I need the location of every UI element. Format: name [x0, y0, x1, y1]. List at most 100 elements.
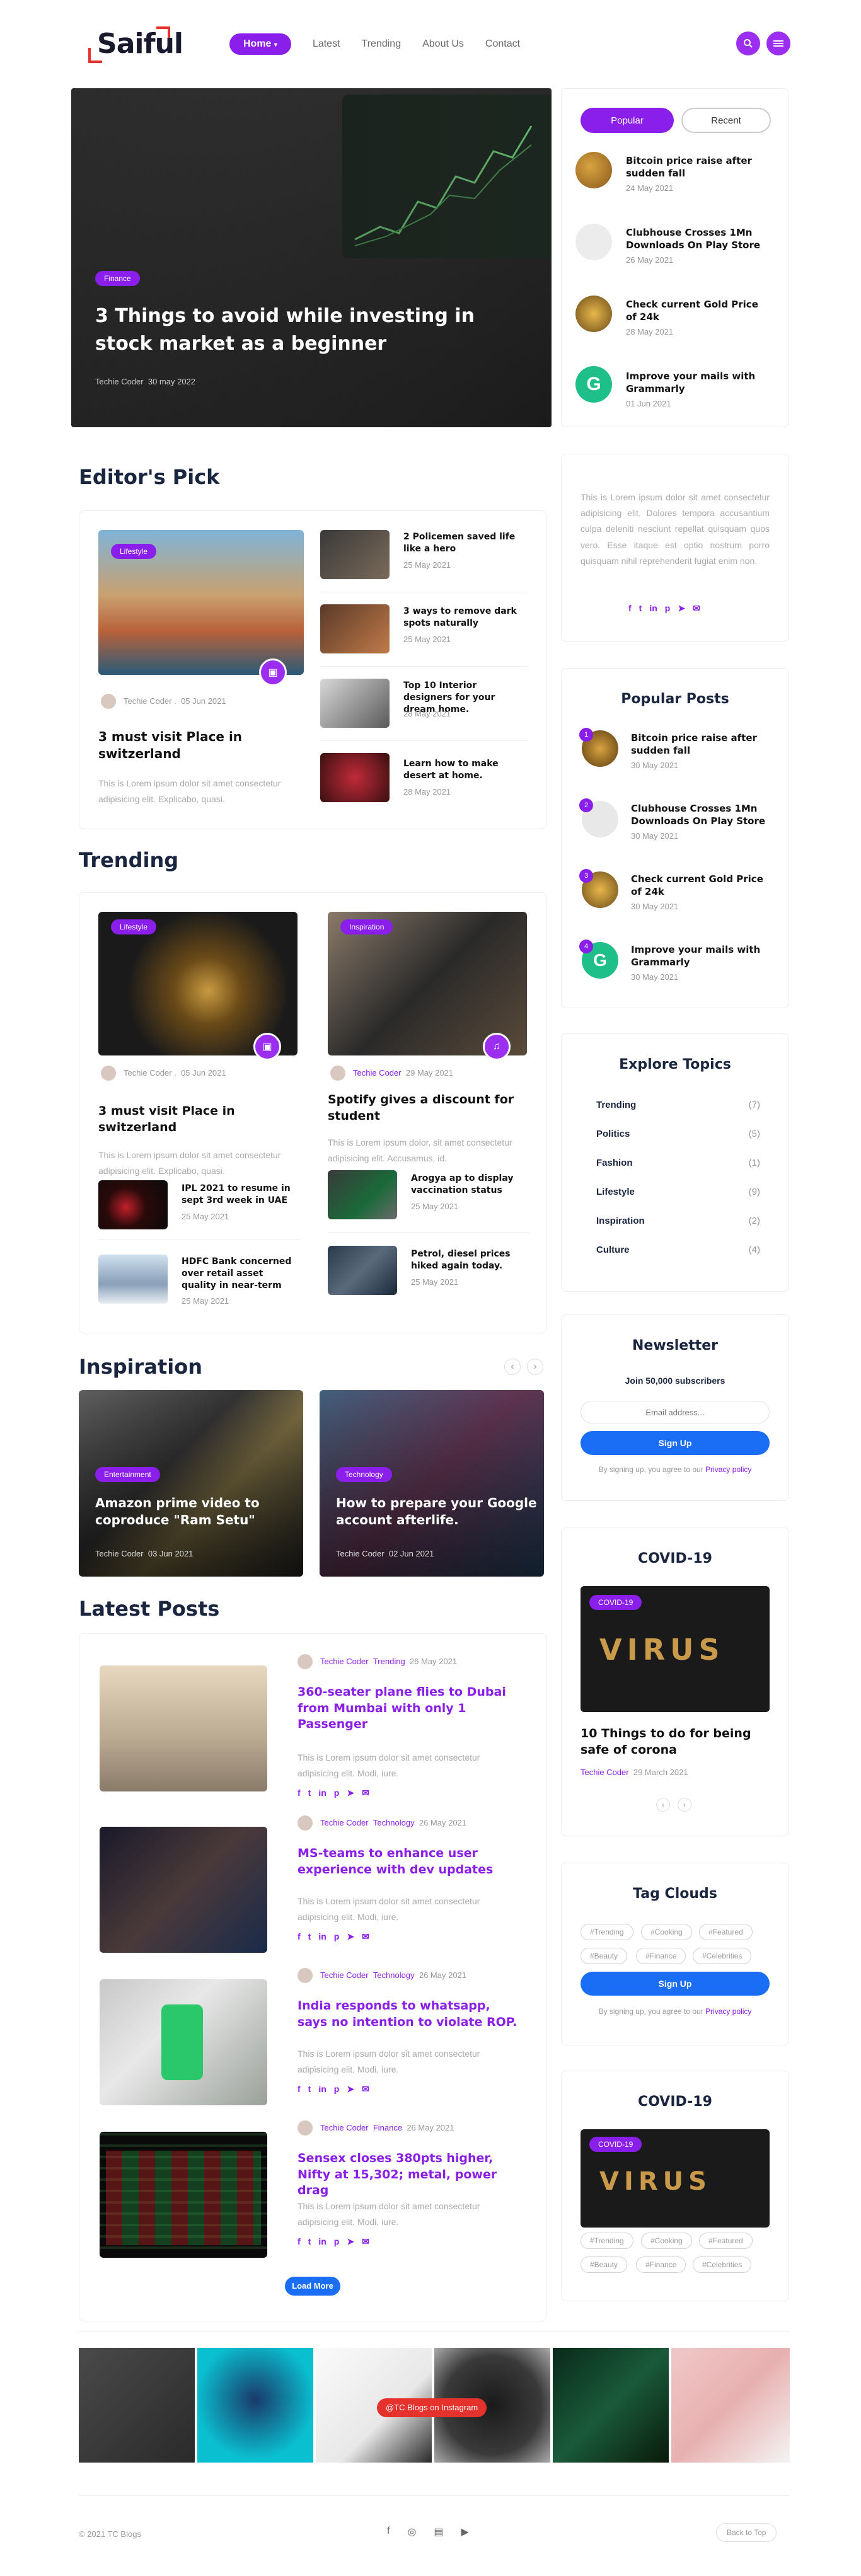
tab-item-title[interactable]: Bitcoin price raise after sudden fall: [626, 154, 771, 180]
telegram-icon[interactable]: ➤: [678, 603, 685, 614]
teams-image[interactable]: [100, 1827, 267, 1953]
linkedin-icon[interactable]: in: [318, 1931, 326, 1942]
pinterest-icon[interactable]: p: [334, 2084, 340, 2095]
tag-pill[interactable]: #Finance: [636, 1948, 686, 1964]
pinterest-icon[interactable]: p: [334, 1931, 340, 1942]
inspiration-card[interactable]: Entertainment Amazon prime video to copr…: [79, 1390, 303, 1577]
youtube-icon[interactable]: ▶: [461, 2526, 469, 2538]
instagram-photo[interactable]: [79, 2348, 195, 2463]
nav-contact[interactable]: Contact: [485, 38, 520, 50]
latest-post-title[interactable]: 360-seater plane flies to Dubai from Mum…: [298, 1684, 518, 1733]
whatsapp-image[interactable]: [100, 1979, 267, 2105]
inspiration-card[interactable]: Technology How to prepare your Google ac…: [320, 1390, 544, 1577]
hero-title[interactable]: 3 Things to avoid while investing in sto…: [95, 302, 511, 357]
instagram-photo[interactable]: [553, 2348, 669, 2463]
latest-post-title[interactable]: MS-teams to enhance user experience with…: [298, 1846, 518, 1878]
prev-button[interactable]: ‹: [656, 1798, 670, 1812]
trending-list-title[interactable]: Petrol, diesel prices hiked again today.: [411, 1248, 528, 1272]
privacy-link[interactable]: Privacy policy: [705, 2007, 751, 2016]
facebook-icon[interactable]: f: [628, 603, 632, 614]
editors-list-title[interactable]: 2 Policemen saved life like a hero: [403, 531, 523, 555]
pinterest-icon[interactable]: p: [334, 1788, 340, 1798]
tag-pill[interactable]: #Finance: [636, 2257, 686, 2273]
trending-card1-tag[interactable]: Lifestyle: [111, 919, 157, 934]
privacy-link[interactable]: Privacy policy: [705, 1465, 751, 1474]
instagram-photo[interactable]: [671, 2348, 790, 2463]
inspiration-tag[interactable]: Entertainment: [95, 1467, 160, 1482]
hero-author[interactable]: Techie Coder: [95, 377, 144, 386]
popular-item-title[interactable]: Clubhouse Crosses 1Mn Downloads On Play …: [631, 802, 770, 828]
hero-featured-post[interactable]: Finance 3 Things to avoid while investin…: [71, 88, 552, 427]
tag-pill[interactable]: #Beauty: [581, 2257, 628, 2273]
plane-image[interactable]: [100, 1665, 267, 1791]
petrol-thumb[interactable]: [328, 1246, 397, 1295]
popular-item-title[interactable]: Improve your mails with Grammarly: [631, 943, 770, 969]
popular-item-title[interactable]: Bitcoin price raise after sudden fall: [631, 732, 770, 757]
mail-icon[interactable]: ✉: [693, 603, 700, 614]
covid-tag[interactable]: COVID-19: [589, 1595, 642, 1610]
linkedin-icon[interactable]: ▤: [434, 2526, 443, 2538]
signup-button[interactable]: Sign Up: [581, 1972, 770, 1996]
mail-icon[interactable]: ✉: [362, 1931, 369, 1942]
topic-row[interactable]: Inspiration (2): [596, 1216, 760, 1226]
trending-list-title[interactable]: IPL 2021 to resume in sept 3rd week in U…: [182, 1183, 299, 1207]
signup-button[interactable]: Sign Up: [581, 1431, 770, 1455]
arogya-thumb[interactable]: [328, 1170, 397, 1219]
editors-list-title[interactable]: Learn how to make desert at home.: [403, 758, 523, 782]
tab-item-title[interactable]: Improve your mails with Grammarly: [626, 370, 771, 396]
policemen-thumb[interactable]: [320, 530, 390, 579]
tag-pill[interactable]: #Featured: [699, 1924, 753, 1940]
dark-spots-thumb[interactable]: [320, 604, 390, 653]
facebook-icon[interactable]: f: [298, 2084, 301, 2095]
desert-thumb[interactable]: [320, 753, 390, 802]
trending-card1-title[interactable]: 3 must visit Place in switzerland: [98, 1103, 294, 1136]
nav-latest[interactable]: Latest: [313, 38, 340, 50]
instagram-photo[interactable]: [197, 2348, 313, 2463]
telegram-icon[interactable]: ➤: [347, 2084, 354, 2095]
facebook-icon[interactable]: f: [387, 2526, 390, 2538]
editors-list-title[interactable]: 3 ways to remove dark spots naturally: [403, 606, 523, 630]
topic-row[interactable]: Culture (4): [596, 1245, 760, 1255]
tag-pill[interactable]: #Celebrities: [693, 1948, 752, 1964]
linkedin-icon[interactable]: in: [318, 2236, 326, 2247]
covid-headline[interactable]: 10 Things to do for being safe of corona: [581, 1726, 770, 1758]
site-logo[interactable]: Saiful: [88, 24, 183, 68]
facebook-icon[interactable]: f: [298, 2236, 301, 2247]
linkedin-icon[interactable]: in: [318, 2084, 326, 2095]
instagram-icon[interactable]: ◎: [407, 2526, 416, 2538]
email-field[interactable]: [581, 1401, 770, 1423]
trending-card2-tag[interactable]: Inspiration: [340, 919, 393, 934]
sensex-image[interactable]: [100, 2132, 267, 2258]
topic-row[interactable]: Trending (7): [596, 1100, 760, 1110]
twitter-icon[interactable]: t: [308, 1788, 311, 1798]
next-button[interactable]: ›: [678, 1798, 691, 1812]
instagram-label[interactable]: @TC Blogs on Instagram: [377, 2398, 487, 2417]
tab-item-title[interactable]: Clubhouse Crosses 1Mn Downloads On Play …: [626, 226, 771, 252]
trending-card2-title[interactable]: Spotify gives a discount for student: [328, 1092, 523, 1124]
nav-about-us[interactable]: About Us: [422, 38, 464, 50]
tag-pill[interactable]: #Trending: [581, 2233, 633, 2249]
nav-home[interactable]: Home ▾: [229, 33, 291, 55]
twitter-icon[interactable]: t: [308, 1931, 311, 1942]
interior-thumb[interactable]: [320, 679, 390, 728]
menu-button[interactable]: [766, 32, 790, 55]
hdfc-thumb[interactable]: [98, 1255, 168, 1304]
tag-pill[interactable]: #Cooking: [641, 1924, 692, 1940]
prev-button[interactable]: ‹: [504, 1359, 521, 1375]
tag-pill[interactable]: #Celebrities: [693, 2257, 752, 2273]
latest-post-title[interactable]: India responds to whatsapp, says no inte…: [298, 1998, 518, 2030]
inspiration-card-title[interactable]: Amazon prime video to coproduce "Ram Set…: [95, 1495, 291, 1529]
twitter-icon[interactable]: t: [308, 2236, 311, 2247]
latest-post-title[interactable]: Sensex closes 380pts higher, Nifty at 15…: [298, 2151, 518, 2199]
tag-pill[interactable]: #Trending: [581, 1924, 633, 1940]
topic-row[interactable]: Lifestyle (9): [596, 1187, 760, 1197]
hero-tag[interactable]: Finance: [95, 271, 140, 286]
tag-pill[interactable]: #Cooking: [641, 2233, 692, 2249]
telegram-icon[interactable]: ➤: [347, 1788, 354, 1798]
mail-icon[interactable]: ✉: [362, 1788, 369, 1798]
pinterest-icon[interactable]: p: [665, 603, 671, 614]
mail-icon[interactable]: ✉: [362, 2084, 369, 2095]
editors-main-tag[interactable]: Lifestyle: [111, 544, 157, 559]
tab-popular[interactable]: Popular: [581, 108, 674, 133]
covid2-tag[interactable]: COVID-19: [589, 2137, 642, 2152]
